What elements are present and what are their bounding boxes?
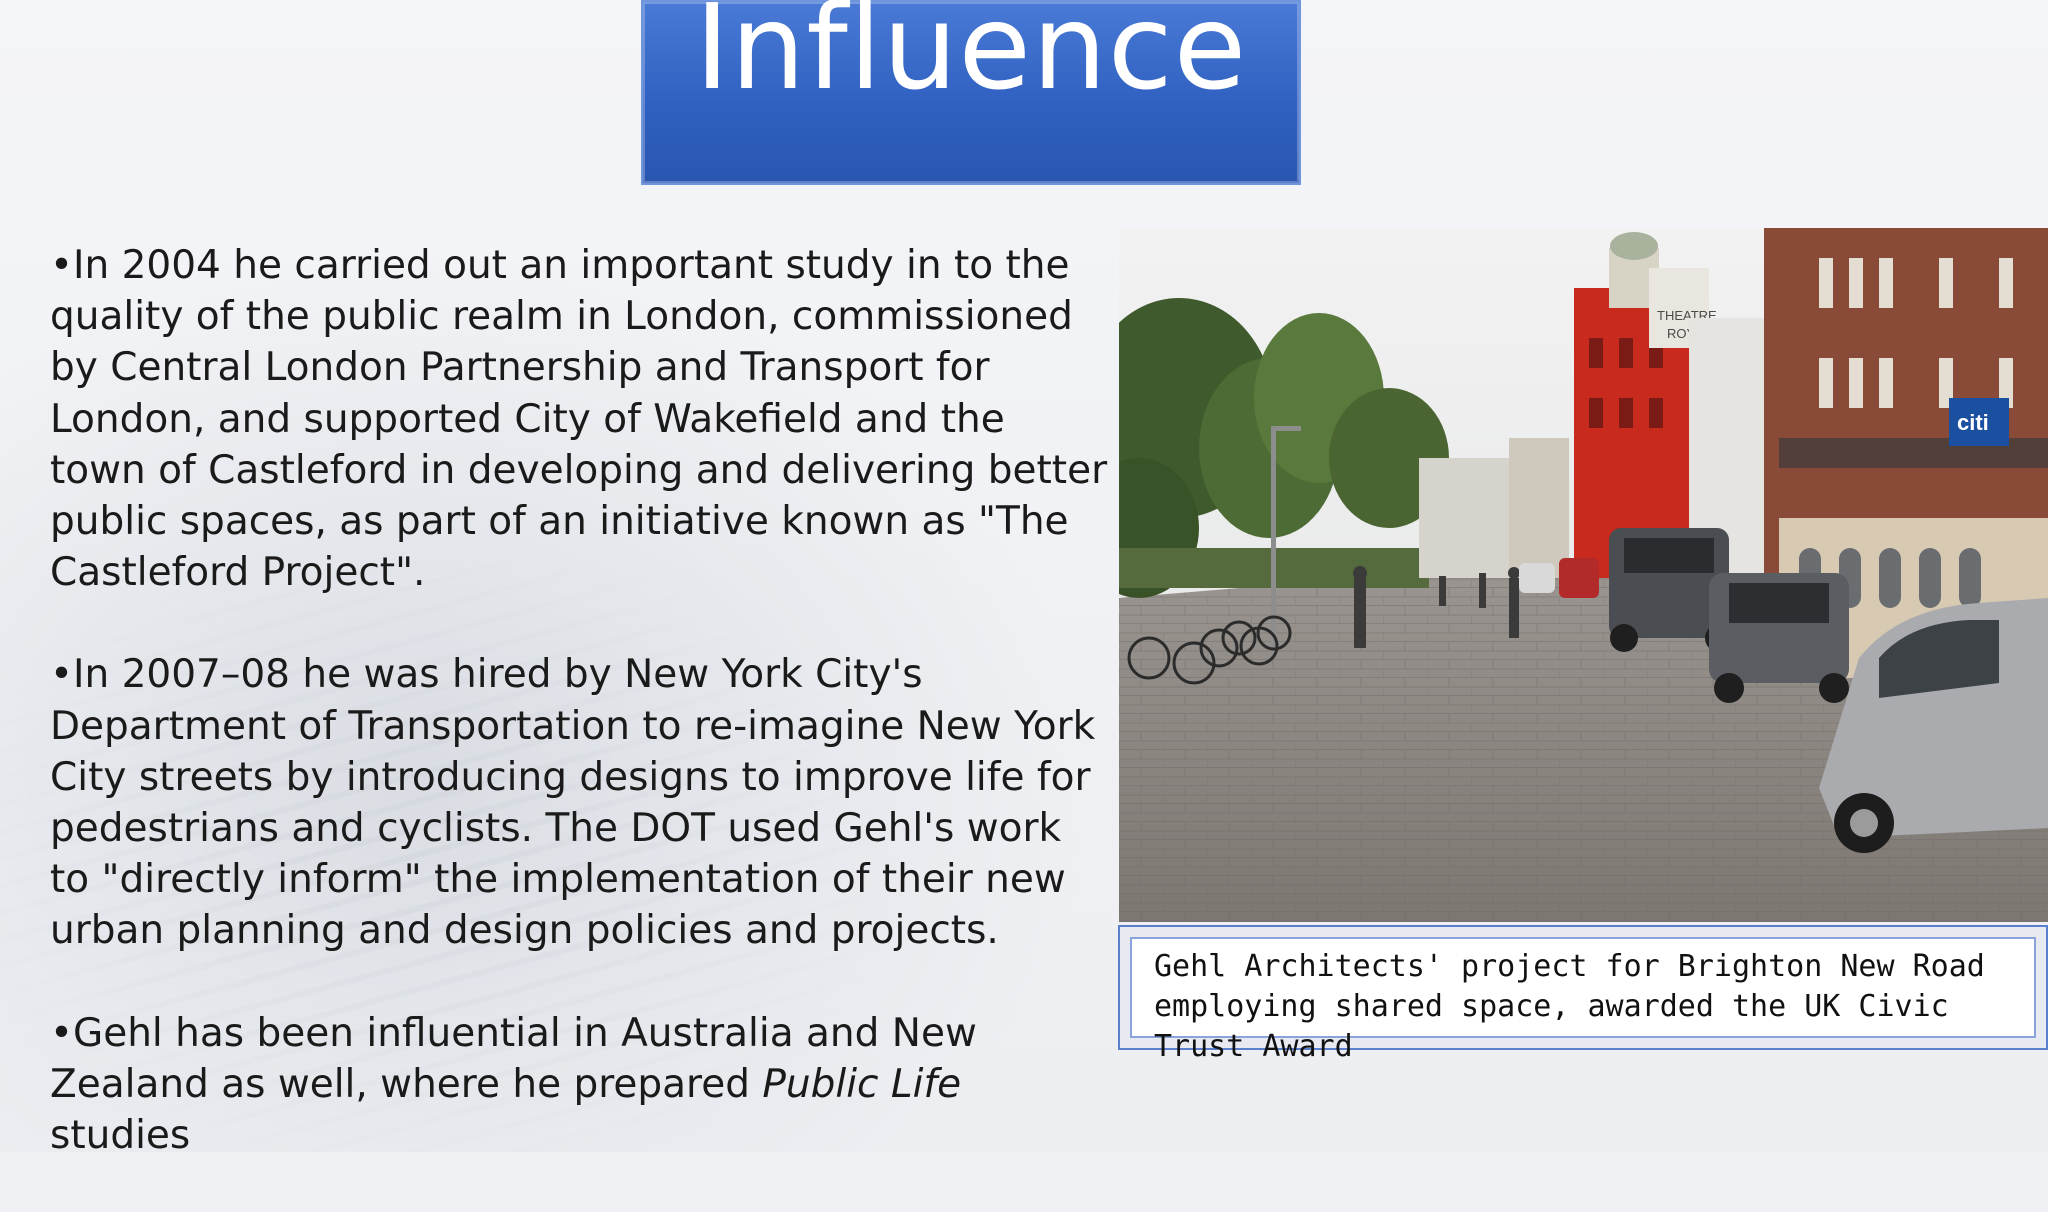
bullet-paragraph: •Gehl has been influential in Australia … [50, 1008, 1110, 1162]
bullet-paragraph: •In 2007–08 he was hired by New York Cit… [50, 652, 1096, 954]
title-banner: Influence [641, 0, 1301, 185]
photo-caption: Gehl Architects' project for Brighton Ne… [1118, 925, 2048, 1064]
paragraph-text: studies [50, 1113, 191, 1159]
svg-text:citi: citi [1957, 410, 1989, 435]
italic-title: Public Life [762, 1061, 962, 1107]
caption-text: Gehl Architects' project for Brighton Ne… [1154, 949, 1985, 1064]
body-text: •In 2004 he carried out an important stu… [50, 240, 1110, 1212]
bullet-paragraph: •In 2004 he carried out an important stu… [50, 243, 1108, 596]
street-photo: THEATRE ROYAL citi [1119, 228, 2048, 922]
slide-title: Influence [694, 0, 1248, 116]
